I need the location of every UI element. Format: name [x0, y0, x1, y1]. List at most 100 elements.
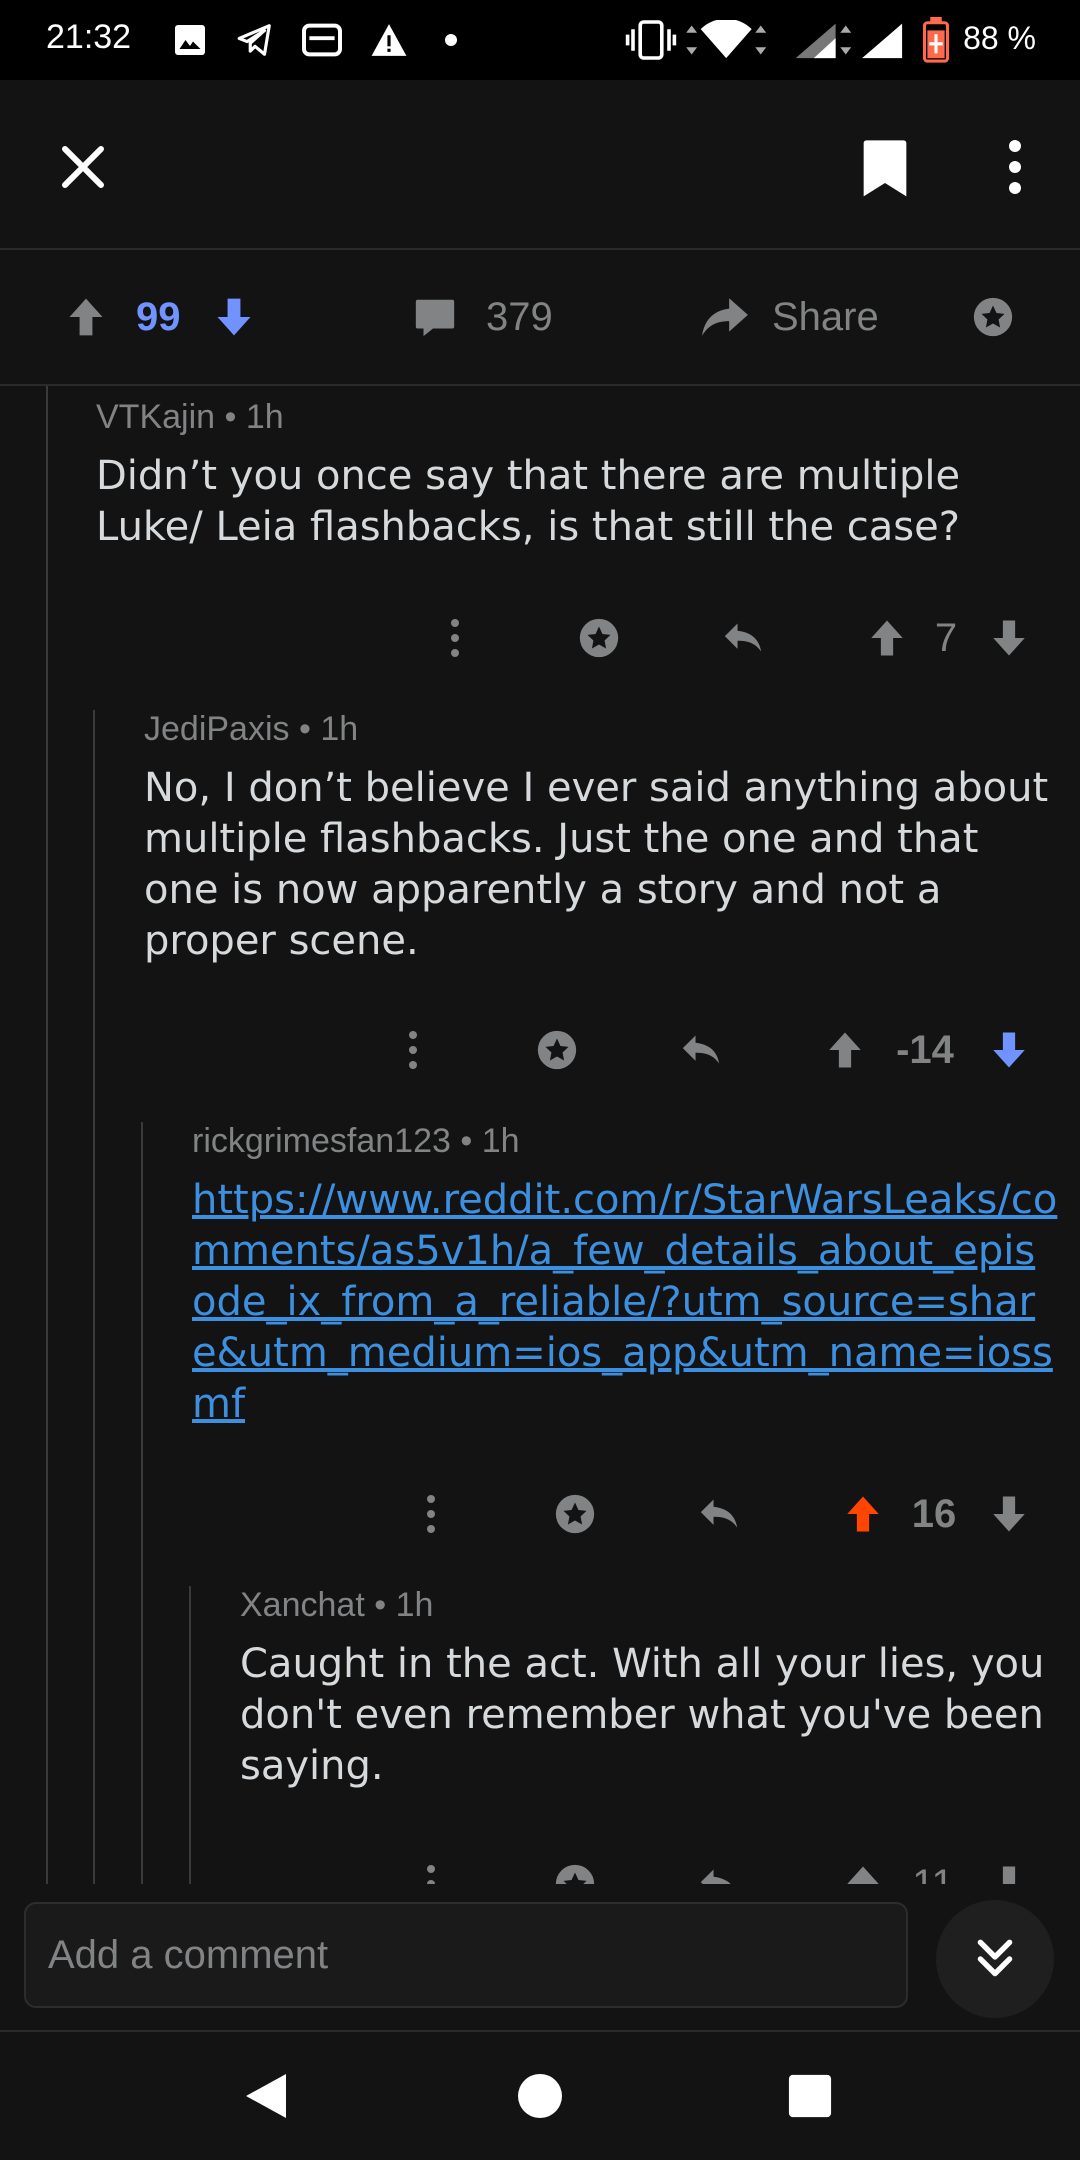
comment-reply-button[interactable] [676, 1020, 726, 1080]
battery-charging-icon [922, 17, 950, 63]
comment-author[interactable]: rickgrimesfan123 [192, 1122, 451, 1160]
comment-score: -14 [896, 1027, 954, 1072]
downvote-icon [993, 1032, 1025, 1068]
comment-score: 7 [934, 615, 958, 660]
comment-count: 379 [486, 294, 553, 339]
comment-link[interactable]: https://www.reddit.com/r/StarWarsLeaks/c… [192, 1177, 1057, 1427]
award-icon [555, 1864, 595, 1884]
comment: Xanchat • 1h Caught in the act. With all… [240, 1586, 1058, 1792]
status-time: 21:32 [46, 18, 132, 56]
comment-author[interactable]: Xanchat [240, 1586, 365, 1624]
comment-downvote-button[interactable] [984, 1020, 1034, 1080]
close-button[interactable] [48, 132, 118, 202]
post-score: 99 [136, 294, 181, 339]
comment-body: https://www.reddit.com/r/StarWarsLeaks/c… [192, 1175, 1058, 1430]
post-upvote-button[interactable] [64, 250, 114, 384]
comment-thread: VTKajin • 1h Didn’t you once say that th… [0, 386, 1080, 1884]
comment-award-button[interactable] [550, 1484, 600, 1544]
comment-actions: 11 [0, 1854, 1080, 1884]
vibrate-icon [624, 18, 678, 62]
comment-award-button[interactable] [574, 608, 624, 668]
comment-upvote-button[interactable] [820, 1020, 870, 1080]
comment-more-button[interactable] [406, 1854, 456, 1884]
comments-button[interactable]: 379 [412, 250, 672, 384]
comment-icon [415, 299, 455, 337]
upvote-icon [69, 298, 103, 336]
comment: rickgrimesfan123 • 1h https://www.reddit… [192, 1122, 1058, 1430]
signal-icon-2 [838, 18, 908, 62]
more-vert-icon [1009, 140, 1021, 194]
share-label: Share [772, 294, 879, 339]
bookmark-icon [863, 140, 907, 197]
comment-award-button[interactable] [550, 1854, 600, 1884]
more-vert-icon [409, 1031, 417, 1069]
comment-score: 11 [912, 1861, 954, 1885]
comment-reply-button[interactable] [694, 1854, 744, 1884]
upvote-icon [871, 620, 903, 656]
comment-more-button[interactable] [388, 1020, 438, 1080]
system-nav-bar [0, 2032, 1080, 2160]
thread-line-2[interactable] [93, 710, 95, 1884]
more-options-button[interactable] [980, 130, 1050, 204]
comment-composer [0, 1884, 1080, 2032]
comment-score: 16 [911, 1491, 957, 1536]
upvote-icon [847, 1866, 879, 1884]
comment-downvote-button[interactable] [984, 608, 1034, 668]
upvote-icon [847, 1496, 879, 1532]
top-app-bar [0, 80, 1080, 250]
more-vert-icon [451, 619, 459, 657]
add-comment-input[interactable] [24, 1902, 908, 2008]
comment-downvote-button[interactable] [984, 1854, 1034, 1884]
downvote-icon [993, 620, 1025, 656]
more-vert-icon [427, 1865, 435, 1884]
upvote-icon [829, 1032, 861, 1068]
comment-more-button[interactable] [430, 608, 480, 668]
warning-icon [370, 18, 408, 62]
back-icon [246, 2074, 286, 2118]
comment-downvote-button[interactable] [984, 1484, 1034, 1544]
comment-body: No, I don’t believe I ever said anything… [144, 765, 1049, 964]
signal-icon [784, 18, 840, 62]
thread-line-4[interactable] [189, 1586, 191, 1884]
share-button[interactable]: Share [700, 250, 900, 384]
downvote-icon [217, 298, 251, 336]
comment-upvote-button[interactable] [838, 1854, 888, 1884]
back-button[interactable] [226, 2056, 306, 2136]
dot-icon [444, 18, 458, 62]
comment-author[interactable]: JediPaxis [144, 710, 290, 748]
wifi-icon [686, 18, 770, 62]
comment-age: 1h [395, 1586, 434, 1624]
share-icon [702, 298, 748, 336]
recents-icon [788, 2074, 832, 2118]
save-button[interactable] [850, 130, 920, 204]
home-button[interactable] [500, 2056, 580, 2136]
comment-more-button[interactable] [406, 1484, 456, 1544]
comment-reply-button[interactable] [694, 1484, 744, 1544]
award-icon [555, 1494, 595, 1534]
comment: VTKajin • 1h Didn’t you once say that th… [96, 398, 1056, 553]
comment-actions: -14 [0, 1020, 1080, 1080]
comment-award-button[interactable] [532, 1020, 582, 1080]
battery-percent: 88 % [963, 20, 1036, 56]
comment-age: 1h [481, 1122, 520, 1160]
post-downvote-button[interactable] [212, 250, 262, 384]
comment-upvote-button[interactable] [838, 1484, 888, 1544]
post-action-row: 99 379 Share [0, 250, 1080, 386]
status-bar: 21:32 88 % [0, 0, 1080, 80]
reply-icon [700, 1869, 731, 1884]
downvote-icon [993, 1866, 1025, 1884]
more-vert-icon [427, 1495, 435, 1533]
mail-icon [300, 18, 344, 62]
award-icon [579, 618, 619, 658]
comment-reply-button[interactable] [718, 608, 768, 668]
comment-upvote-button[interactable] [862, 608, 912, 668]
award-icon [973, 297, 1013, 337]
home-icon [518, 2074, 562, 2118]
reply-icon [724, 623, 762, 652]
recents-button[interactable] [770, 2056, 850, 2136]
telegram-icon [234, 18, 276, 62]
comment-author[interactable]: VTKajin [96, 398, 215, 436]
post-award-button[interactable] [970, 250, 1024, 384]
comment-meta: Xanchat • 1h [240, 1586, 434, 1624]
next-comment-button[interactable] [936, 1900, 1054, 2018]
